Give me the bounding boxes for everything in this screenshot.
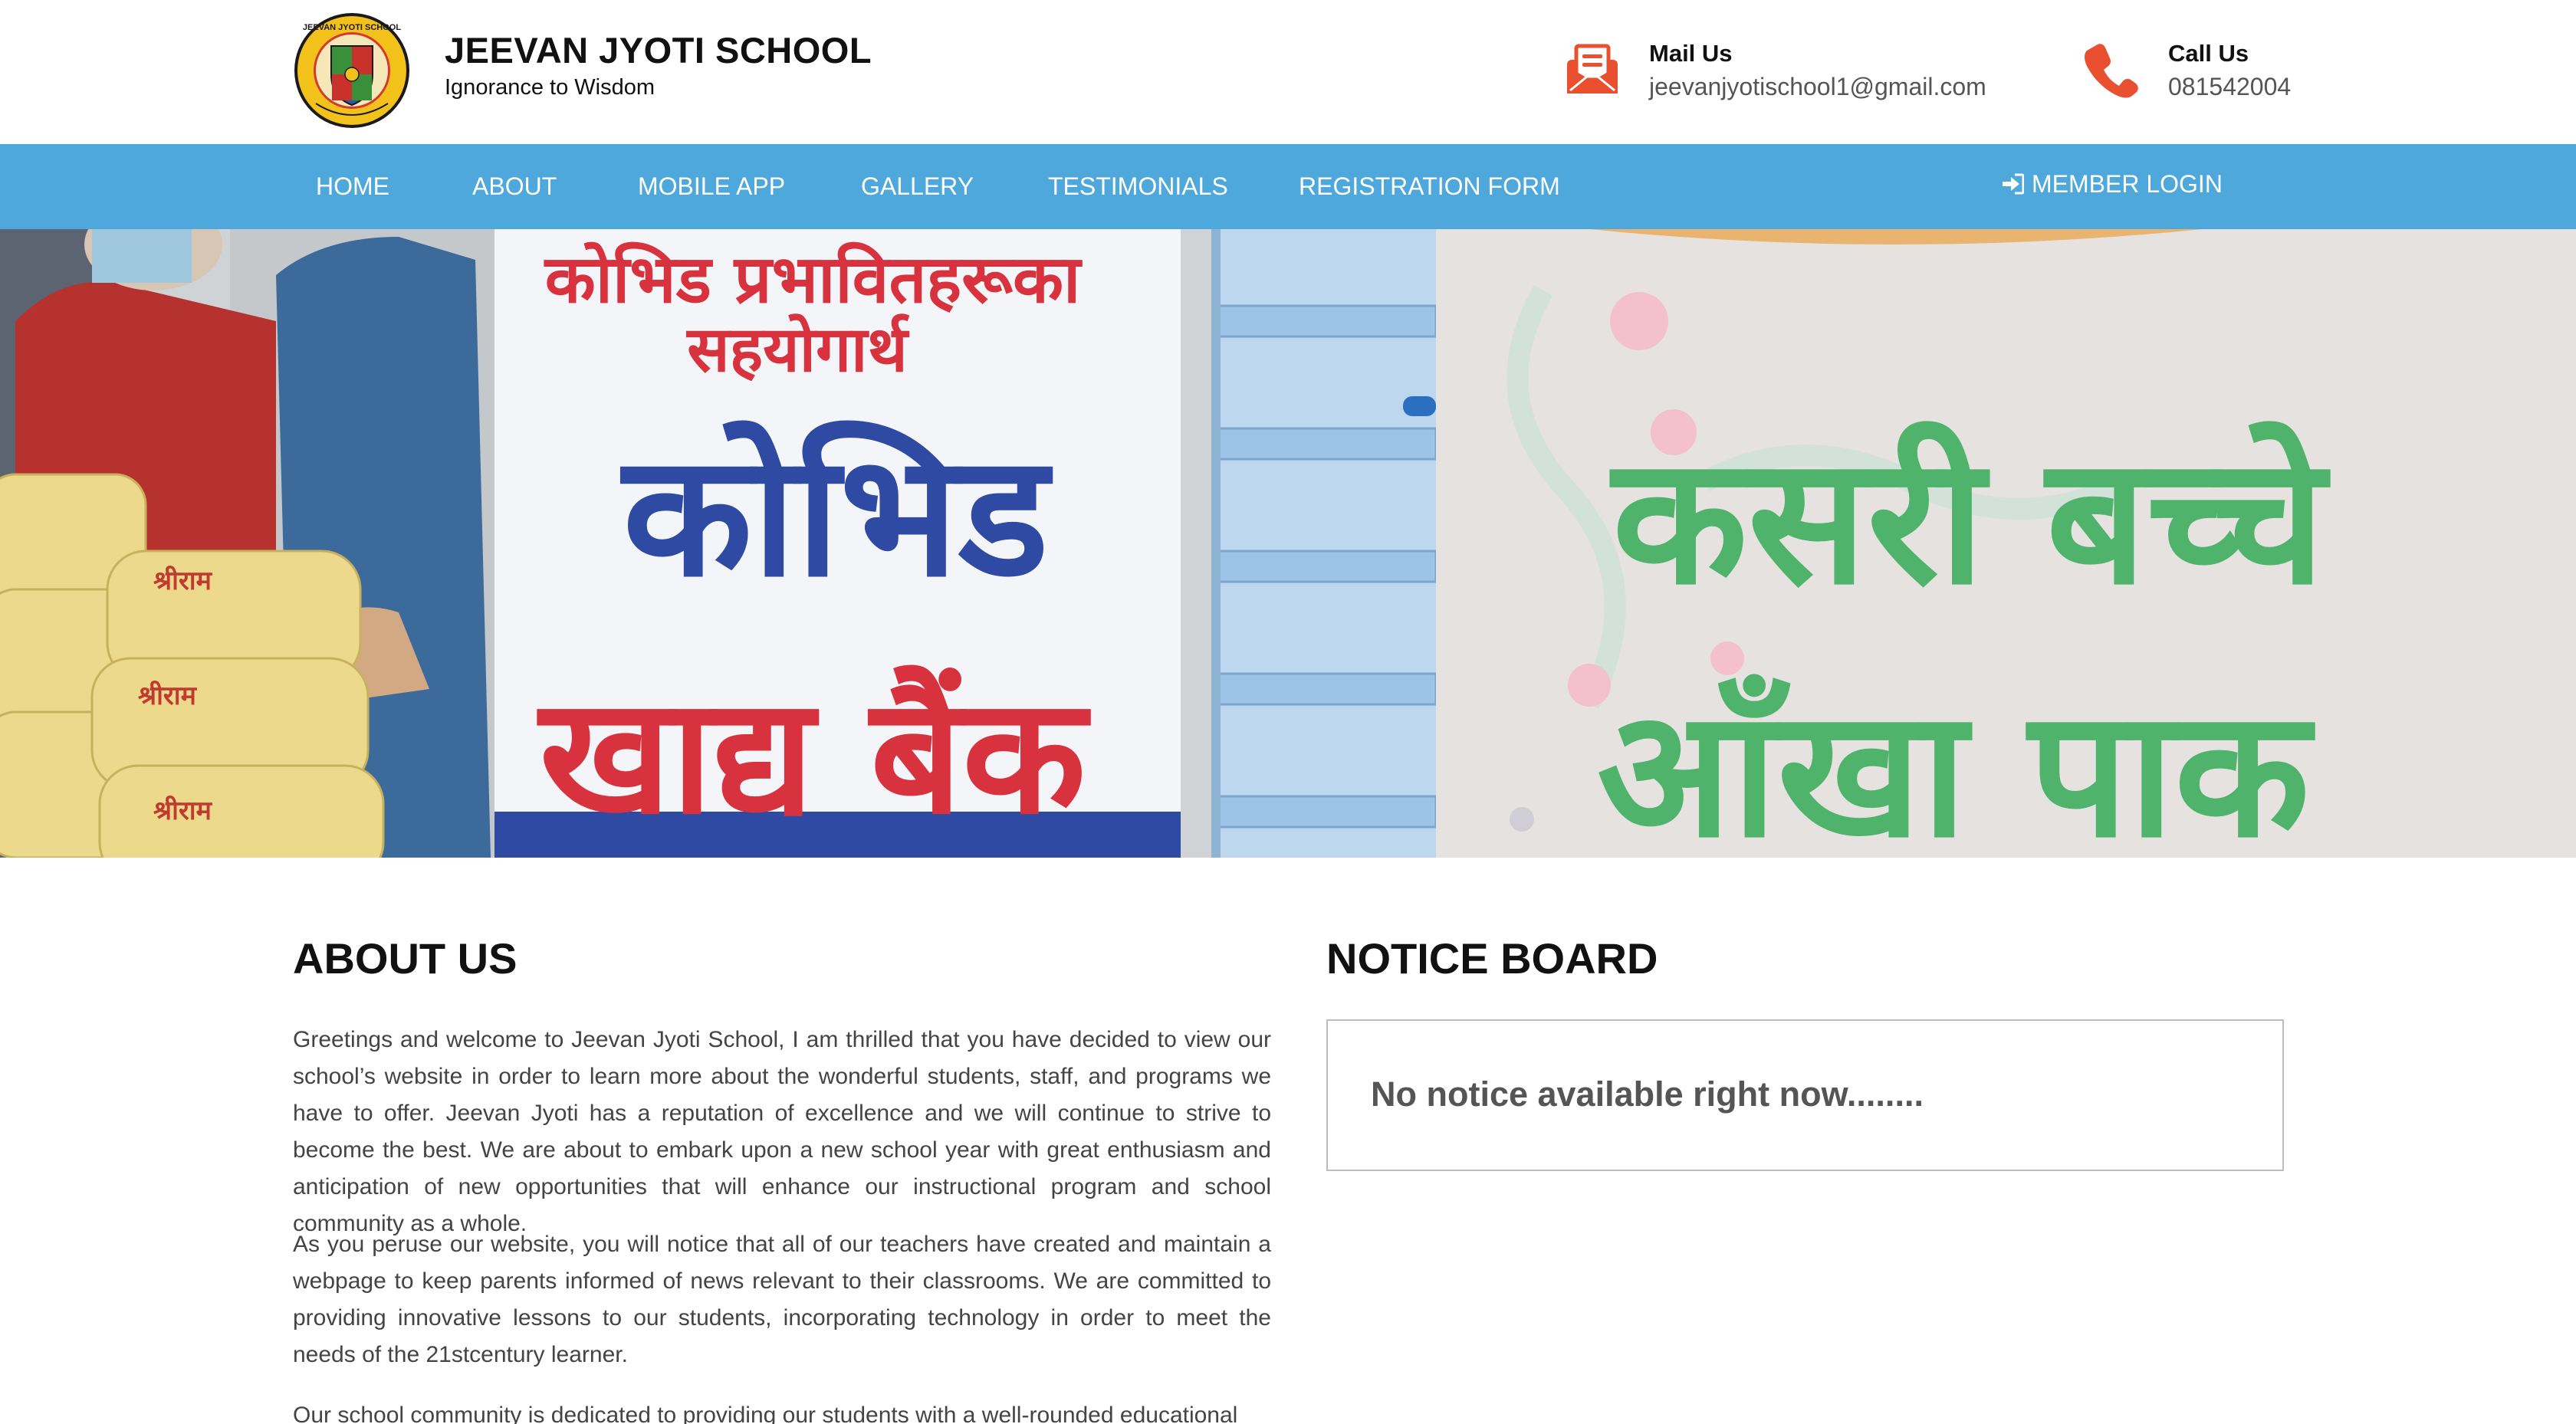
member-login-button[interactable]: MEMBER LOGIN	[2001, 144, 2223, 229]
school-name[interactable]: JEEVAN JYOTI SCHOOL	[445, 29, 872, 71]
hero-slide-eye-health: कसरी बच्चे आँखा पाक	[1436, 229, 2576, 858]
svg-text:कोभिड प्रभावितहरूका: कोभिड प्रभावितहरूका	[544, 241, 1083, 318]
svg-text:JEEVAN JYOTI SCHOOL: JEEVAN JYOTI SCHOOL	[303, 23, 401, 32]
svg-text:आँखा पाक: आँखा पाक	[1597, 672, 2315, 858]
site-header: JEEVAN JYOTI SCHOOL JEEVAN JYOTI SCHOOL …	[0, 0, 2576, 144]
svg-text:सहयोगार्थ: सहयोगार्थ	[685, 313, 910, 386]
phone-icon	[2085, 44, 2138, 98]
about-paragraph-1: Greetings and welcome to Jeevan Jyoti Sc…	[293, 1027, 1271, 1236]
mail-title: Mail Us	[1649, 40, 1733, 67]
about-paragraph-2: As you peruse our website, you will noti…	[293, 1232, 1271, 1367]
about-us-heading: ABOUT US	[293, 934, 518, 983]
nav-gallery[interactable]: GALLERY	[861, 144, 974, 229]
hero-slide-food-bank: श्रीराम श्रीराम श्रीराम कोभिड प्रभावितहर…	[0, 229, 1436, 858]
eye-health-poster: कसरी बच्चे आँखा पाक	[1436, 229, 2576, 858]
phone-number-link[interactable]: 081542004	[2168, 73, 2291, 101]
nav-about[interactable]: ABOUT	[472, 144, 557, 229]
notice-empty-message: No notice available right now........	[1371, 1075, 1924, 1114]
envelope-icon	[1567, 44, 1618, 94]
svg-text:खाद्य बैंक: खाद्य बैंक	[537, 662, 1091, 850]
svg-text:श्रीराम: श्रीराम	[138, 680, 198, 711]
main-navbar: HOME ABOUT MOBILE APP GALLERY TESTIMONIA…	[0, 144, 2576, 229]
svg-text:श्रीराम: श्रीराम	[153, 565, 213, 596]
mail-address-link[interactable]: jeevanjyotischool1@gmail.com	[1649, 73, 1986, 101]
school-logo[interactable]: JEEVAN JYOTI SCHOOL	[293, 11, 411, 130]
member-login-label: MEMBER LOGIN	[2032, 170, 2223, 198]
nav-testimonials[interactable]: TESTIMONIALS	[1048, 144, 1228, 229]
nav-home[interactable]: HOME	[316, 144, 389, 229]
svg-text:कोभिड: कोभिड	[619, 418, 1053, 614]
call-contact: Call Us 081542004	[2084, 0, 2329, 144]
svg-text:कसरी बच्चे: कसरी बच्चे	[1609, 419, 2331, 624]
school-tagline: Ignorance to Wisdom	[445, 75, 656, 100]
nav-registration-form[interactable]: REGISTRATION FORM	[1299, 144, 1560, 229]
call-title: Call Us	[2168, 40, 2249, 67]
about-paragraph-3: Our school community is dedicated to pro…	[293, 1403, 1238, 1424]
notice-board-heading: NOTICE BOARD	[1326, 934, 1658, 983]
nav-mobile-app[interactable]: MOBILE APP	[638, 144, 785, 229]
mail-contact: Mail Us jeevanjyotischool1@gmail.com	[1564, 0, 1993, 144]
sign-in-icon	[2003, 173, 2025, 195]
food-bank-photo: श्रीराम श्रीराम श्रीराम कोभिड प्रभावितहर…	[0, 229, 1436, 858]
hero-slider[interactable]: श्रीराम श्रीराम श्रीराम कोभिड प्रभावितहर…	[0, 229, 2576, 858]
notice-board-panel: No notice available right now........	[1326, 1019, 2284, 1171]
svg-text:श्रीराम: श्रीराम	[153, 795, 213, 826]
